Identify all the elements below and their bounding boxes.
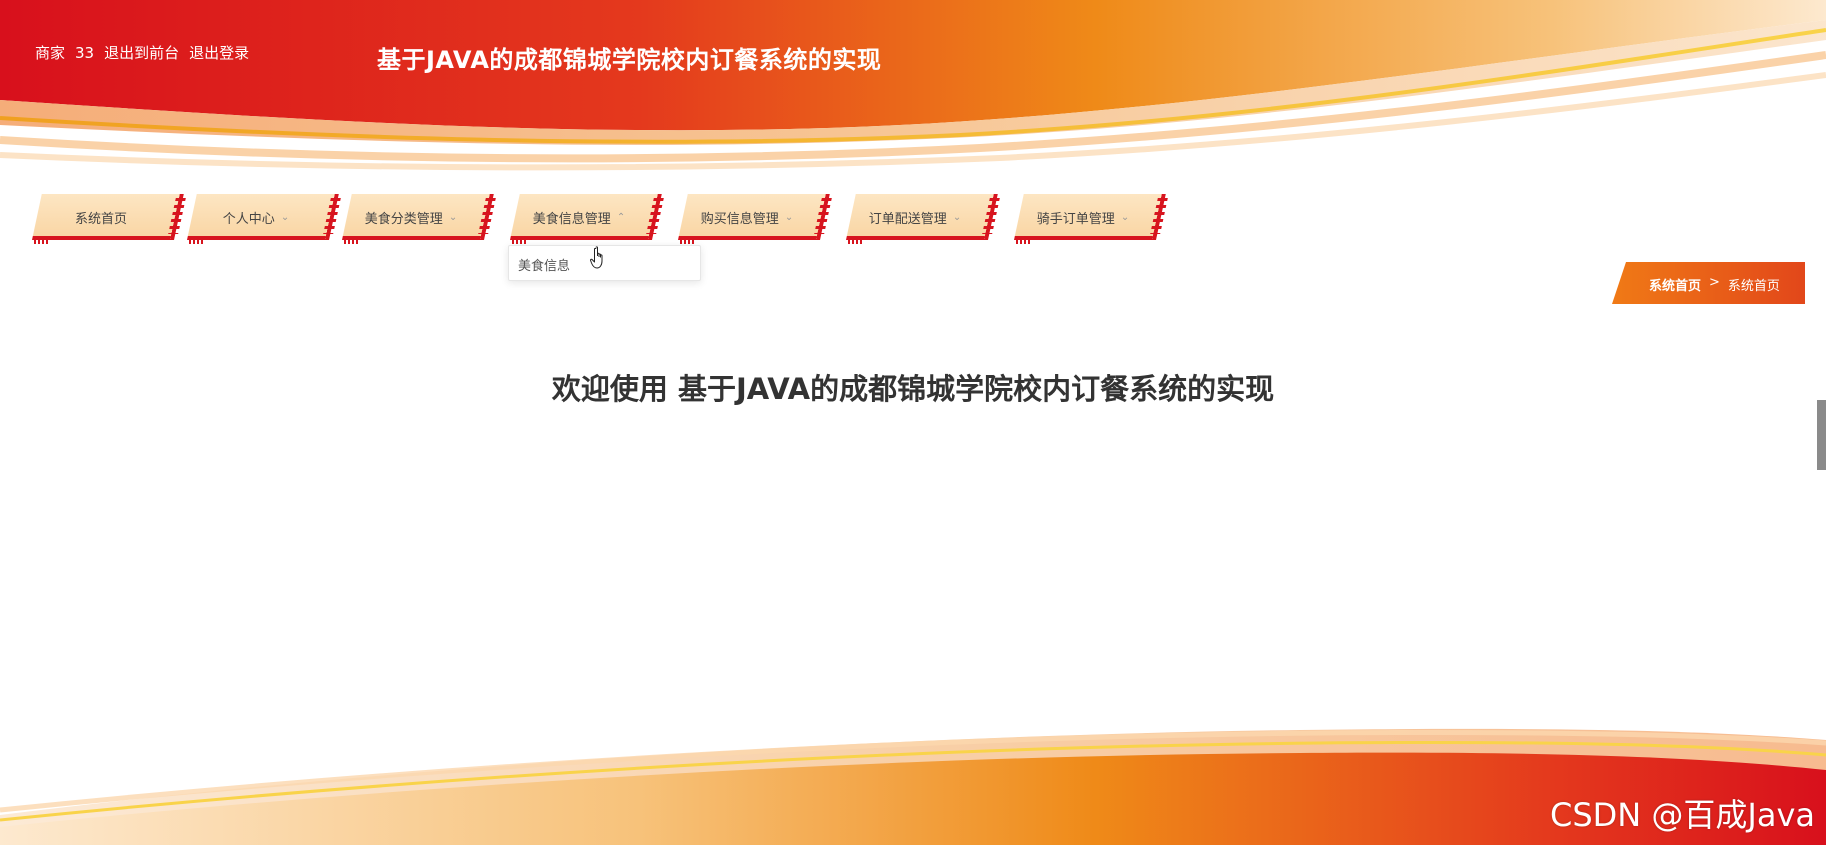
user-bar: 商家 33 退出到前台 退出登录 [35, 42, 249, 63]
logout-link[interactable]: 退出登录 [189, 42, 249, 63]
nav-label: 系统首页 [74, 211, 127, 227]
nav-label: 订单配送管理 [868, 211, 947, 227]
chevron-down-icon: ⌄ [784, 211, 794, 223]
user-name: 33 [75, 43, 95, 62]
nav-label: 骑手订单管理 [1036, 211, 1115, 227]
csdn-watermark: CSDN @百成Java [1550, 796, 1816, 834]
breadcrumb: 系统首页 > 系统首页 [1612, 262, 1805, 304]
nav-item-food-category[interactable]: 美食分类管理 ⌄ [342, 194, 496, 244]
header-banner [0, 0, 1826, 175]
site-title: 基于JAVA的成都锦城学院校内订餐系统的实现 [377, 46, 882, 74]
nav-item-home[interactable]: 系统首页 [32, 194, 186, 244]
dropdown-item-food-info[interactable]: 美食信息 [518, 255, 570, 274]
breadcrumb-separator: > [1709, 275, 1720, 290]
nav-item-order-delivery[interactable]: 订单配送管理 ⌄ [846, 194, 1000, 244]
chevron-down-icon: ⌄ [448, 211, 458, 223]
nav-item-personal-center[interactable]: 个人中心 ⌄ [187, 194, 341, 244]
nav-label: 个人中心 [222, 211, 275, 227]
nav-label: 美食分类管理 [364, 211, 443, 227]
breadcrumb-home-link[interactable]: 系统首页 [1649, 275, 1701, 294]
nav-label: 美食信息管理 [532, 211, 611, 227]
hand-pointer-icon [590, 246, 603, 269]
page-scrollbar[interactable] [1817, 400, 1826, 470]
welcome-heading: 欢迎使用 基于JAVA的成都锦城学院校内订餐系统的实现 [551, 372, 1275, 406]
nav-item-rider-orders[interactable]: 骑手订单管理 ⌄ [1014, 194, 1168, 244]
chevron-up-icon: ⌃ [616, 211, 626, 223]
chevron-down-icon: ⌄ [1120, 211, 1130, 223]
nav-label: 购买信息管理 [700, 211, 779, 227]
user-role: 商家 [35, 44, 66, 62]
nav-item-food-info[interactable]: 美食信息管理 ⌃ [510, 194, 664, 244]
breadcrumb-current: 系统首页 [1727, 279, 1780, 294]
chevron-down-icon: ⌄ [952, 211, 962, 223]
chevron-down-icon: ⌄ [280, 211, 290, 223]
back-to-front-link[interactable]: 退出到前台 [104, 42, 179, 63]
nav-item-purchase-info[interactable]: 购买信息管理 ⌄ [678, 194, 832, 244]
